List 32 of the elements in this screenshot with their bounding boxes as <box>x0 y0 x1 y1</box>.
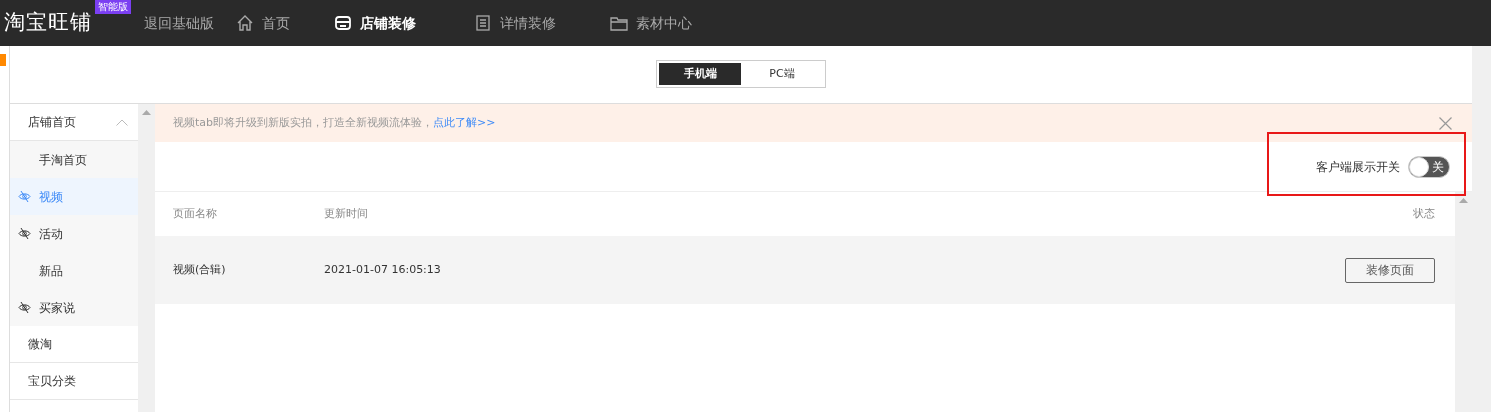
tag-icon <box>0 54 6 66</box>
nav-tab[interactable]: 首页 <box>236 12 290 34</box>
column-header: 页面名称 <box>172 205 218 222</box>
sidebar-subitem[interactable]: 新品 <box>10 252 138 289</box>
column-header: 状态 <box>1413 205 1436 222</box>
hidden-eye-icon <box>18 301 31 314</box>
store-icon <box>334 14 352 32</box>
toggle-switch[interactable]: 关 <box>1408 155 1450 178</box>
table-cell-text: 2021-01-07 16:05:13 <box>324 261 442 278</box>
document-icon <box>474 14 492 32</box>
sidebar-subitem[interactable]: 手淘首页 <box>10 141 138 178</box>
back-link[interactable]: 退回基础版 <box>144 12 214 34</box>
scroll-up-icon[interactable] <box>142 110 151 115</box>
sidebar-subitem[interactable]: 活动 <box>10 215 138 252</box>
home-icon <box>236 14 254 32</box>
nav-tab[interactable]: 店铺装修 <box>334 12 416 34</box>
folder-icon <box>610 14 628 32</box>
nav-tab[interactable]: 素材中心 <box>610 12 692 34</box>
device-tab[interactable]: 手机端 <box>659 63 741 85</box>
sidebar-subitem[interactable]: 买家说 <box>10 289 138 326</box>
nav-tab[interactable]: 详情装修 <box>474 12 556 34</box>
notice-text: 视频tab即将升级到新版实拍，打造全新视频流体验， <box>173 114 434 131</box>
decorate-page-button[interactable]: 装修页面 <box>1345 257 1435 283</box>
hidden-eye-icon <box>18 190 31 203</box>
hidden-eye-icon <box>18 227 31 240</box>
column-header: 更新时间 <box>324 205 369 222</box>
table-cell-text: 视频(合辑) <box>172 261 227 278</box>
scroll-up-icon[interactable] <box>1459 198 1468 203</box>
switch-label: 客户端展示开关 <box>1316 158 1400 176</box>
logo: 淘宝旺铺 <box>4 9 92 37</box>
close-icon[interactable] <box>1439 116 1452 130</box>
edition-badge: 智能版 <box>95 0 131 14</box>
